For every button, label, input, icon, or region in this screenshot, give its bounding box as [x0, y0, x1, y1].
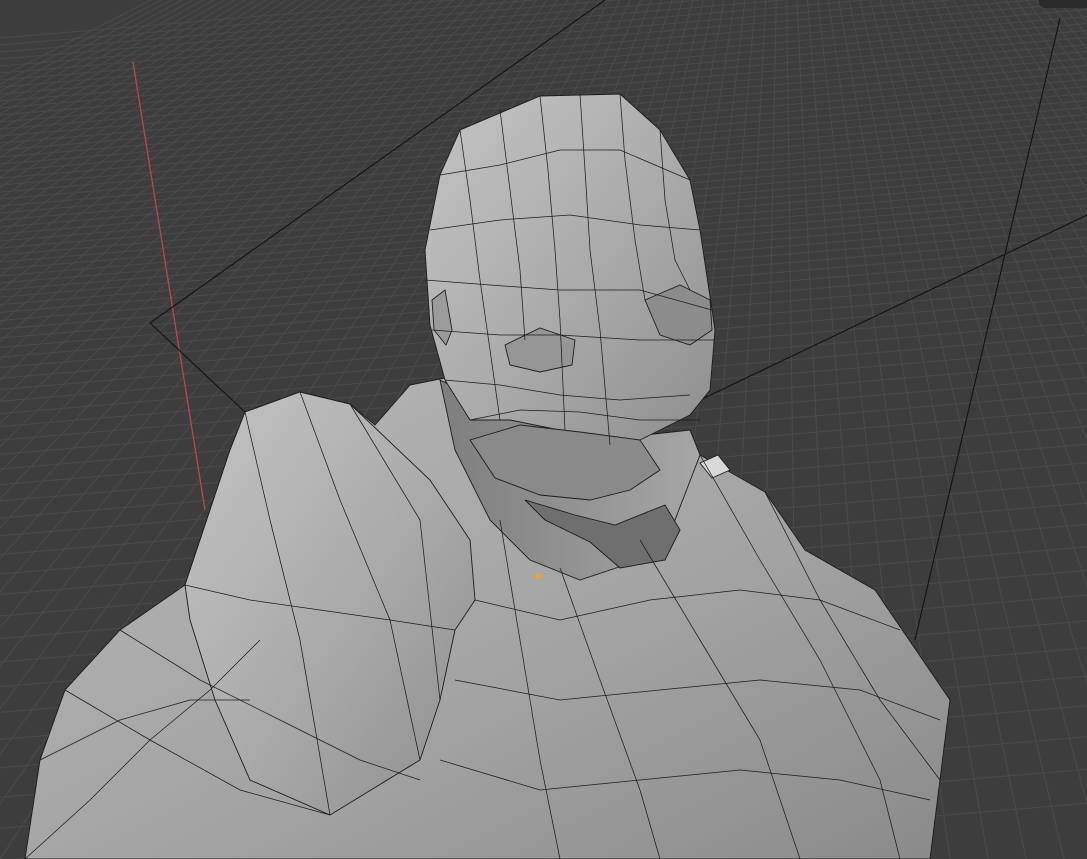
corner-overlay-badge[interactable] — [1039, 0, 1087, 8]
selected-vertex[interactable] — [535, 573, 541, 579]
grid-line — [932, 0, 1087, 859]
grid-line — [928, 0, 1087, 859]
viewport-canvas[interactable] — [0, 0, 1087, 859]
character-mesh[interactable] — [24, 93, 951, 859]
3d-viewport[interactable] — [0, 0, 1087, 859]
grid-line — [936, 0, 1087, 859]
